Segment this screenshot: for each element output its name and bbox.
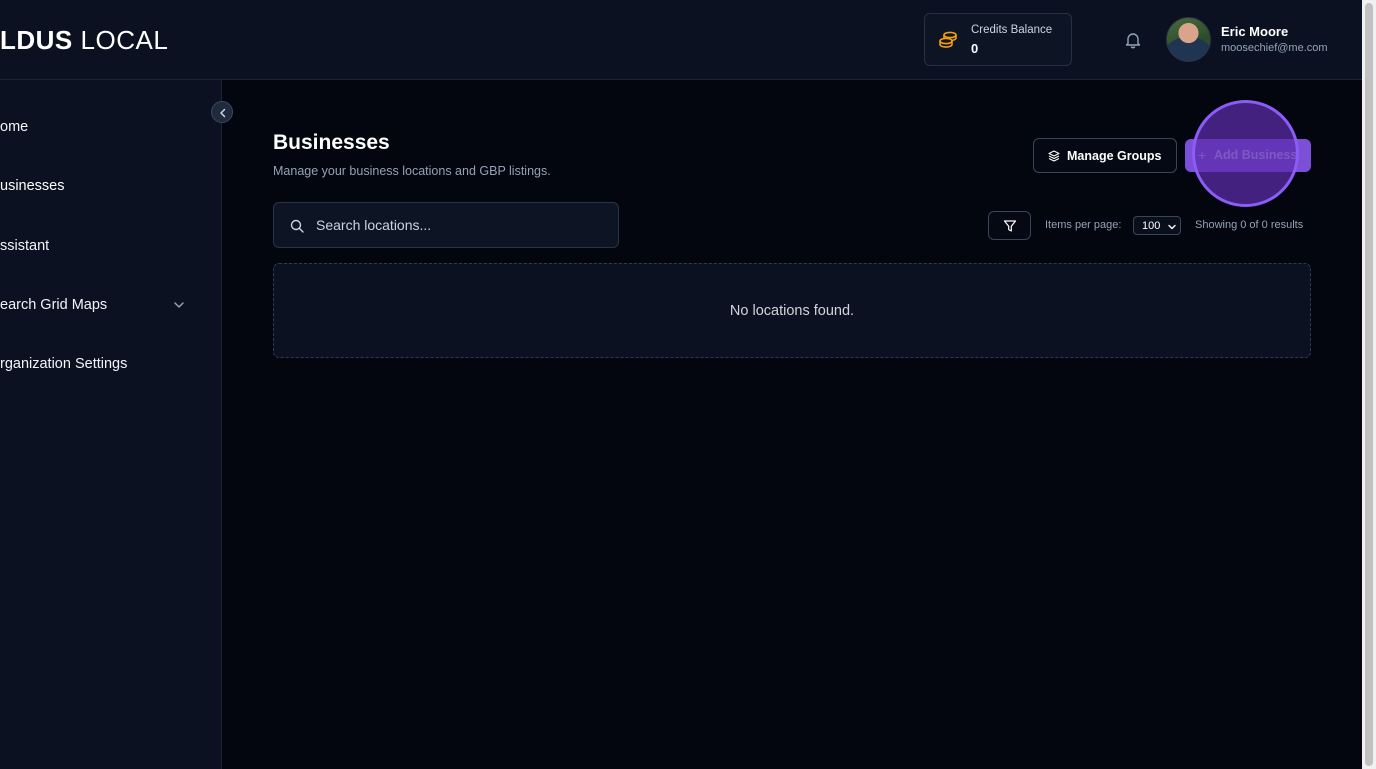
search-input[interactable]: [314, 203, 604, 247]
sidebar-item-assistant[interactable]: ssistant: [0, 234, 49, 258]
filter-button[interactable]: [988, 211, 1031, 240]
logo-wordmark-bold: LDUS: [0, 25, 73, 55]
coins-icon: [939, 31, 957, 48]
user-email: moosechief@me.com: [1221, 42, 1328, 54]
manage-groups-label: Manage Groups: [1067, 149, 1162, 163]
add-business-button[interactable]: + Add Business: [1185, 139, 1311, 172]
page-subtitle: Manage your business locations and GBP l…: [273, 164, 551, 178]
sidebar-item-businesses[interactable]: usinesses: [0, 174, 64, 198]
user-name: Eric Moore: [1221, 24, 1289, 39]
logo-wordmark-light: LOCAL: [80, 25, 169, 55]
sidebar-collapse-button[interactable]: [211, 101, 233, 123]
empty-state-panel: No locations found.: [273, 263, 1311, 358]
chevron-down-icon: [1168, 224, 1176, 230]
search-box[interactable]: [273, 202, 619, 248]
sidebar-item-organization-settings[interactable]: rganization Settings: [0, 352, 127, 376]
chevron-left-icon: [220, 108, 226, 118]
bell-icon[interactable]: [1123, 30, 1143, 50]
items-per-page-label: Items per page:: [1045, 219, 1122, 231]
scrollbar-thumb[interactable]: [1365, 3, 1373, 766]
manage-groups-button[interactable]: Manage Groups: [1033, 138, 1177, 173]
items-per-page-value: 100: [1142, 220, 1161, 232]
results-count: Showing 0 of 0 results: [1195, 219, 1304, 231]
search-icon: [290, 219, 304, 233]
items-per-page-select[interactable]: 100: [1133, 216, 1181, 235]
empty-state-message: No locations found.: [729, 303, 855, 319]
layers-icon: [1048, 150, 1060, 162]
top-header: LDUS LOCAL Credits Balance 0 Eric Moore …: [0, 0, 1362, 80]
add-business-label: Add Business: [1214, 148, 1298, 162]
avatar[interactable]: [1166, 17, 1211, 62]
sidebar-item-search-grid-maps[interactable]: earch Grid Maps: [0, 293, 107, 317]
chevron-down-icon[interactable]: [172, 298, 186, 312]
filter-icon: [1003, 220, 1017, 232]
sidebar: ome usinesses ssistant earch Grid Maps r…: [0, 80, 222, 769]
credits-balance-card[interactable]: Credits Balance 0: [924, 13, 1072, 66]
plus-icon: +: [1198, 147, 1207, 163]
page-title: Businesses: [273, 131, 390, 154]
sidebar-item-home[interactable]: ome: [0, 115, 28, 139]
credits-value: 0: [971, 41, 979, 56]
app-logo[interactable]: LDUS LOCAL: [0, 24, 168, 56]
credits-label: Credits Balance: [971, 24, 1053, 36]
